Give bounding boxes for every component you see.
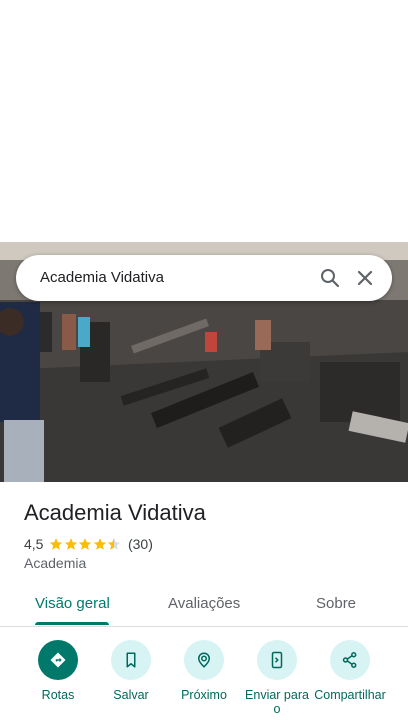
- review-count[interactable]: (30): [128, 536, 153, 552]
- close-icon[interactable]: [353, 266, 377, 290]
- rating-row[interactable]: 4,5 (30): [24, 535, 153, 553]
- directions-icon: [38, 640, 78, 680]
- nearby-label: Próximo: [181, 688, 227, 702]
- search-bar[interactable]: Academia Vidativa: [16, 255, 392, 301]
- place-title: Academia Vidativa: [24, 500, 206, 525]
- star-icon: [50, 538, 63, 550]
- place-tabs: Visão geral Avaliações Sobre: [0, 582, 408, 627]
- save-label: Salvar: [113, 688, 149, 702]
- map-area: [0, 0, 408, 242]
- send-to-phone-button[interactable]: Enviar para o: [240, 640, 314, 724]
- save-button[interactable]: Salvar: [94, 640, 168, 724]
- send-to-phone-label: Enviar para o: [245, 688, 309, 716]
- star-rating: [49, 537, 122, 551]
- star-icon: [93, 538, 107, 550]
- nearby-icon: [184, 640, 224, 680]
- rating-value: 4,5: [24, 536, 44, 552]
- tab-overview[interactable]: Visão geral: [35, 595, 110, 612]
- half-star-icon: [108, 538, 121, 550]
- directions-label: Rotas: [41, 688, 75, 702]
- star-icon: [79, 538, 92, 550]
- directions-button[interactable]: Rotas: [21, 640, 95, 724]
- search-input[interactable]: Academia Vidativa: [40, 269, 164, 286]
- send-to-phone-icon: [257, 640, 297, 680]
- star-icon: [64, 538, 78, 550]
- share-label: Compartilhar: [314, 688, 386, 702]
- active-tab-indicator: [35, 622, 109, 625]
- share-icon: [330, 640, 370, 680]
- place-category: Academia: [24, 555, 87, 571]
- search-icon[interactable]: [318, 266, 342, 290]
- share-button[interactable]: Compartilhar: [312, 640, 388, 724]
- bookmark-icon: [111, 640, 151, 680]
- tab-reviews[interactable]: Avaliações: [168, 595, 240, 612]
- nearby-button[interactable]: Próximo: [167, 640, 241, 724]
- tab-about[interactable]: Sobre: [316, 595, 356, 612]
